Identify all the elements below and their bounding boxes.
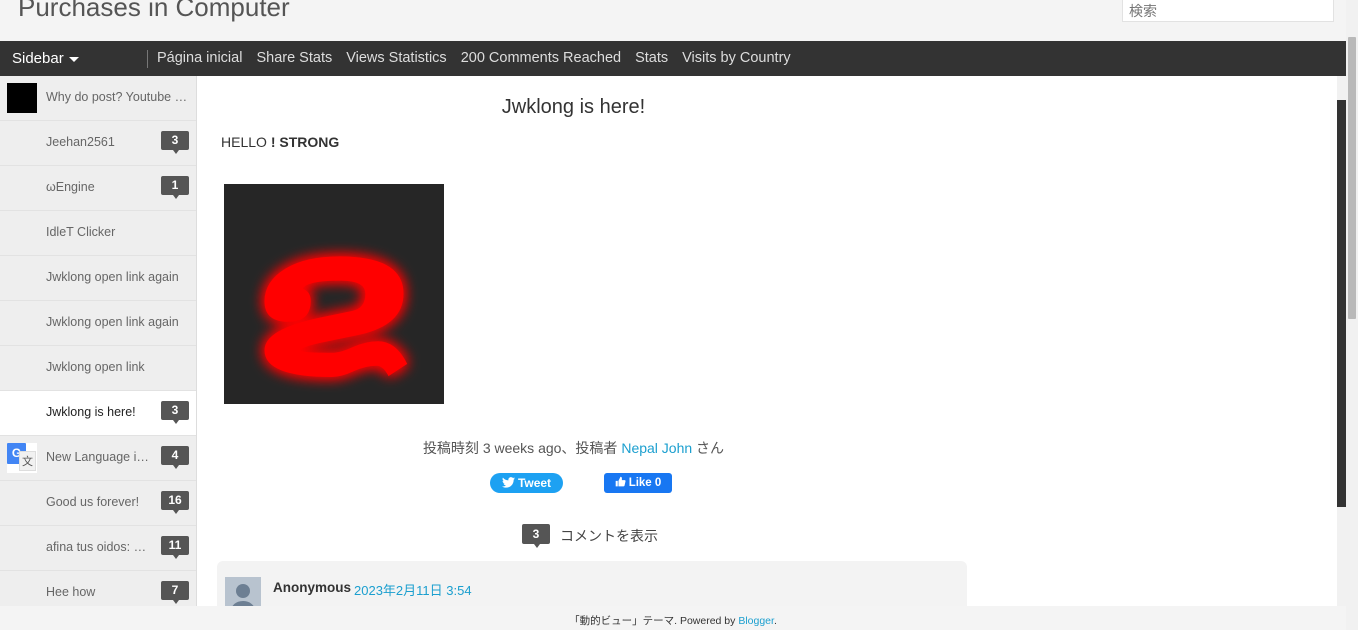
post-meta-suffix: さん	[696, 440, 725, 456]
page-scrollbar[interactable]	[1346, 0, 1358, 630]
footer-text: 「動的ビュー」テーマ. Powered by Blogger.	[0, 613, 1346, 628]
post-image[interactable]: ຂ	[224, 184, 444, 404]
comment-count-badge: 7	[161, 581, 189, 604]
sidebar-toggle-button[interactable]: Sidebar	[12, 50, 79, 67]
image-glyph: ຂ	[255, 184, 412, 404]
sidebar-item-title: Why do post? Youtube c...	[46, 90, 188, 104]
comment-date-link[interactable]: 2023年2月11日 3:54	[354, 580, 472, 599]
glowing-glyph-image: ຂ	[255, 184, 412, 404]
comment-count-badge: 3	[161, 131, 189, 154]
sidebar-toggle-label: Sidebar	[12, 50, 64, 67]
sidebar-item-title: Hee how	[46, 585, 96, 599]
sidebar-item-title: Jeehan2561	[46, 135, 115, 149]
sidebar-item[interactable]: Jwklong open link	[0, 346, 196, 391]
nav-link-200-comments[interactable]: 200 Comments Reached	[461, 50, 621, 66]
post-body-text: HELLO	[221, 134, 267, 150]
footer-period: .	[773, 615, 777, 627]
comment-count-badge: 16	[161, 491, 189, 514]
sidebar-post-list: Why do post? Youtube c... Jeehan2561 3 ω…	[0, 76, 197, 606]
sidebar-item[interactable]: Good us forever! 16	[0, 481, 196, 526]
top-navbar: Sidebar Página inicial Share Stats Views…	[0, 41, 1346, 76]
sidebar-item-title: Jwklong is here!	[46, 405, 136, 419]
sidebar-item-title: Jwklong open link	[46, 360, 145, 374]
sidebar-item-title: ωEngine	[46, 180, 95, 194]
show-comments-link[interactable]: コメントを表示	[560, 526, 658, 546]
scrollbar-thumb[interactable]	[1348, 37, 1356, 319]
twitter-bird-icon	[501, 477, 515, 488]
nav-links: Página inicial Share Stats Views Statist…	[157, 50, 805, 66]
comment-count-badge: 4	[161, 446, 189, 469]
sidebar-item[interactable]: Jwklong open link again	[0, 256, 196, 301]
sidebar-item[interactable]: Why do post? Youtube c...	[0, 76, 196, 121]
comment-count-badge: 1	[161, 176, 189, 199]
caret-down-icon	[68, 56, 79, 62]
blog-header: Purchases in Computer	[0, 0, 1346, 41]
sidebar-item-title: Jwklong open link again	[46, 270, 179, 284]
blogger-link[interactable]: Blogger	[738, 615, 774, 627]
sidebar-item[interactable]: Jeehan2561 3	[0, 121, 196, 166]
comments-count-badge[interactable]: 3	[522, 524, 550, 548]
nav-link-home[interactable]: Página inicial	[157, 50, 242, 66]
blog-title[interactable]: Purchases in Computer	[18, 0, 290, 23]
post-body: HELLO ! STRONG	[221, 134, 339, 150]
nav-link-visits-by-country[interactable]: Visits by Country	[682, 50, 791, 66]
thumbs-up-icon	[615, 476, 626, 487]
search-input[interactable]	[1122, 0, 1334, 22]
nav-link-stats[interactable]: Stats	[635, 50, 668, 66]
comment-author: Anonymous	[273, 580, 352, 595]
post-meta: 投稿時刻 3 weeks ago、投稿者 Nepal John さん	[197, 438, 950, 458]
sidebar-item[interactable]: ωEngine 1	[0, 166, 196, 211]
sidebar-item-title: Jwklong open link again	[46, 315, 179, 329]
footer: 「動的ビュー」テーマ. Powered by Blogger.	[0, 606, 1346, 630]
sidebar-item[interactable]: G 文 New Language in... 4	[0, 436, 196, 481]
author-link[interactable]: Nepal John	[621, 440, 692, 456]
nav-link-views-statistics[interactable]: Views Statistics	[346, 50, 446, 66]
sidebar-item[interactable]: afina tus oidos: W... 11	[0, 526, 196, 571]
nav-link-share-stats[interactable]: Share Stats	[256, 50, 332, 66]
post-meta-prefix: 投稿時刻 3 weeks ago、投稿者	[422, 440, 618, 456]
post-view: Jwklong is here! HELLO ! STRONG ຂ 投稿時刻 3…	[197, 76, 1337, 621]
sidebar-item[interactable]: IdleT Clicker	[0, 211, 196, 256]
nav-divider	[147, 50, 148, 68]
google-translate-icon: G 文	[7, 443, 37, 473]
post-title[interactable]: Jwklong is here!	[197, 96, 950, 119]
sidebar-item-title: afina tus oidos: W...	[46, 540, 153, 554]
sidebar-item[interactable]: Jwklong open link again	[0, 301, 196, 346]
comment-count-badge: 11	[161, 536, 189, 559]
footer-theme-text: 「動的ビュー」テーマ. Powered by	[569, 615, 736, 627]
post-body-strong: ! STRONG	[270, 134, 340, 150]
post-thumbnail	[7, 83, 37, 113]
sidebar-item[interactable]: Hee how 7	[0, 571, 196, 606]
comment-count-badge: 3	[161, 401, 189, 424]
gadget-dock[interactable]	[1337, 100, 1346, 507]
sidebar-item-title: Good us forever!	[46, 495, 140, 509]
tweet-label: Tweet	[517, 476, 552, 490]
sidebar-item-title: IdleT Clicker	[46, 225, 116, 239]
tweet-button[interactable]: Tweet	[490, 473, 563, 493]
sidebar-item-active[interactable]: Jwklong is here! 3	[0, 391, 196, 436]
facebook-like-button[interactable]: Like 0	[604, 473, 672, 493]
like-label: Like 0	[628, 477, 662, 489]
sidebar-item-title: New Language in...	[46, 450, 153, 464]
